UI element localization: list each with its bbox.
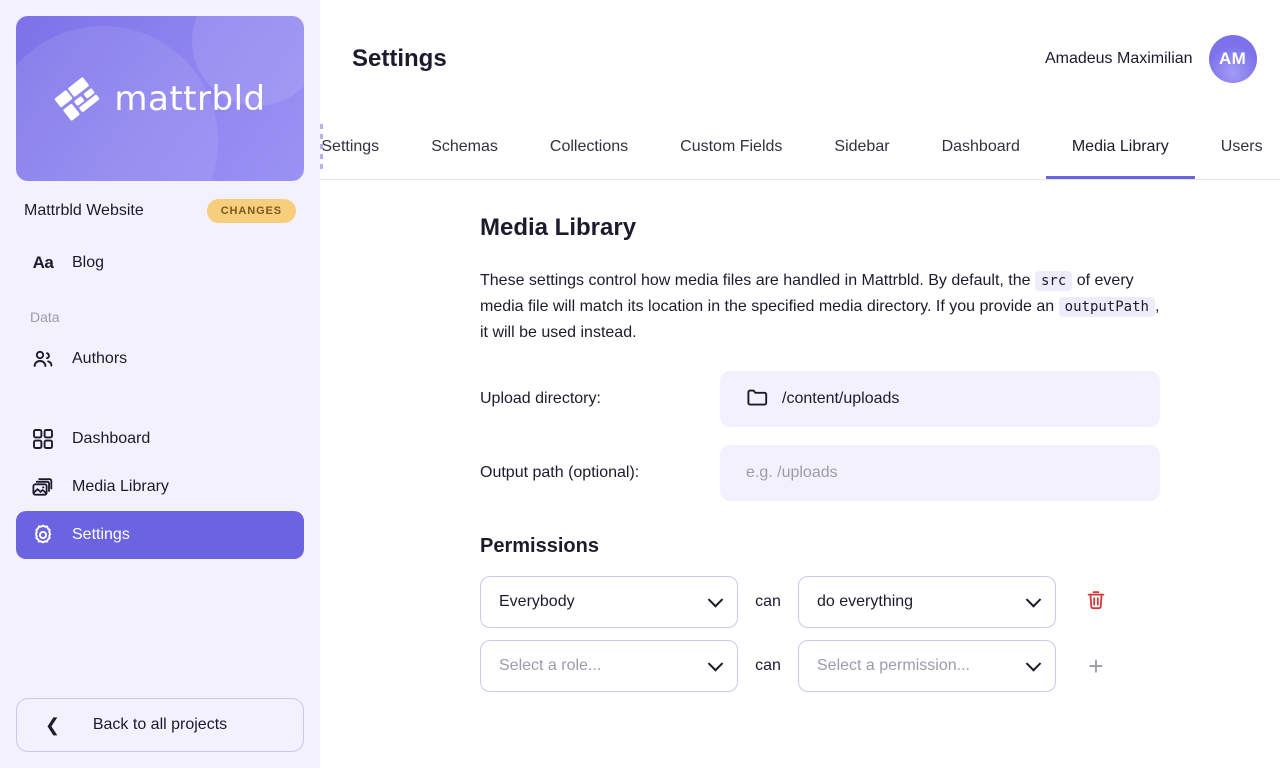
- gear-icon: [30, 522, 56, 548]
- can-label: can: [738, 593, 798, 611]
- delete-permission-button[interactable]: [1056, 589, 1136, 616]
- settings-tabbar: General Settings Schemas Collections Cus…: [320, 118, 1280, 180]
- permissions-heading: Permissions: [480, 535, 1160, 558]
- main-area: Settings Amadeus Maximilian AM General S…: [320, 0, 1280, 768]
- output-path-input[interactable]: e.g. /uploads: [720, 445, 1160, 501]
- trash-icon: [1085, 589, 1107, 616]
- tab-users[interactable]: Users: [1195, 118, 1280, 179]
- permission-row: Everybody can do everything: [480, 576, 1160, 628]
- sidebar-nav: Aa Blog Data Authors: [16, 239, 304, 559]
- role-select[interactable]: Everybody: [480, 576, 738, 628]
- project-logo-card[interactable]: mattrbld: [16, 16, 304, 181]
- permission-select[interactable]: Select a permission...: [798, 640, 1056, 692]
- users-icon: [30, 346, 56, 372]
- settings-content: Media Library These settings control how…: [320, 180, 1280, 768]
- role-select-placeholder: Select a role...: [499, 657, 601, 675]
- sidebar: mattrbld Mattrbld Website CHANGES Aa Blo…: [0, 0, 320, 768]
- upload-directory-input[interactable]: /content/uploads: [720, 371, 1160, 427]
- chevron-down-icon: [1026, 656, 1042, 672]
- section-description: These settings control how media files a…: [480, 268, 1160, 345]
- chevron-down-icon: [708, 592, 724, 608]
- permission-row: Select a role... can Select a permission…: [480, 640, 1160, 692]
- text-aa-icon: Aa: [30, 250, 56, 276]
- sidebar-item-label: Dashboard: [72, 430, 150, 448]
- sidebar-item-settings[interactable]: Settings: [16, 511, 304, 559]
- tab-sidebar[interactable]: Sidebar: [808, 118, 915, 179]
- section-heading: Media Library: [480, 214, 1160, 242]
- grid-icon: [30, 426, 56, 452]
- sidebar-item-authors[interactable]: Authors: [16, 335, 304, 383]
- top-header: Settings Amadeus Maximilian AM: [320, 0, 1280, 118]
- user-menu[interactable]: Amadeus Maximilian AM: [1045, 35, 1257, 83]
- tab-label: Dashboard: [942, 138, 1020, 156]
- upload-directory-label: Upload directory:: [480, 390, 720, 408]
- tab-media-library[interactable]: Media Library: [1046, 118, 1195, 179]
- back-to-projects-button[interactable]: ❮ Back to all projects: [16, 698, 304, 752]
- description-part-1: These settings control how media files a…: [480, 272, 1031, 289]
- tab-label: Schemas: [431, 138, 498, 156]
- sidebar-item-label: Media Library: [72, 478, 169, 496]
- chevron-down-icon: [1026, 592, 1042, 608]
- images-icon: [30, 474, 56, 500]
- project-name: Mattrbld Website: [24, 202, 144, 220]
- sidebar-section-label: Data: [16, 309, 304, 325]
- project-header: Mattrbld Website CHANGES: [16, 181, 304, 237]
- tabs-list: General Settings Schemas Collections Cus…: [320, 118, 1280, 179]
- tab-custom-fields[interactable]: Custom Fields: [654, 118, 808, 179]
- sidebar-item-label: Settings: [72, 526, 130, 544]
- tab-label: Media Library: [1072, 138, 1169, 156]
- permission-select-value: do everything: [817, 593, 913, 611]
- mattrbld-logo-icon: [54, 76, 100, 122]
- plus-icon: +: [1088, 653, 1103, 679]
- page-title: Settings: [352, 45, 447, 73]
- tab-general-settings[interactable]: General Settings: [320, 118, 405, 179]
- back-to-projects-label: Back to all projects: [93, 716, 227, 734]
- tab-dashboard[interactable]: Dashboard: [916, 118, 1046, 179]
- brand-wordmark: mattrbld: [114, 79, 265, 119]
- sidebar-item-label: Blog: [72, 254, 104, 272]
- brand-logo: mattrbld: [54, 76, 265, 122]
- output-path-placeholder: e.g. /uploads: [746, 464, 838, 482]
- code-src: src: [1035, 271, 1072, 291]
- tab-collections[interactable]: Collections: [524, 118, 654, 179]
- sidebar-item-label: Authors: [72, 350, 127, 368]
- tab-schemas[interactable]: Schemas: [405, 118, 524, 179]
- sidebar-spacer: [16, 383, 304, 415]
- upload-directory-value: /content/uploads: [782, 390, 899, 408]
- sidebar-item-media-library[interactable]: Media Library: [16, 463, 304, 511]
- tab-label: Collections: [550, 138, 628, 156]
- can-label: can: [738, 657, 798, 675]
- permission-select[interactable]: do everything: [798, 576, 1056, 628]
- output-path-label: Output path (optional):: [480, 464, 720, 482]
- output-path-row: Output path (optional): e.g. /uploads: [480, 445, 1160, 501]
- chevron-down-icon: [708, 656, 724, 672]
- tab-label: Users: [1221, 138, 1263, 156]
- user-name: Amadeus Maximilian: [1045, 50, 1193, 68]
- chevron-left-icon: ❮: [45, 715, 60, 736]
- add-permission-button[interactable]: +: [1056, 653, 1136, 679]
- content-column: Media Library These settings control how…: [480, 214, 1160, 692]
- permission-select-placeholder: Select a permission...: [817, 657, 970, 675]
- tab-scroll-indicator: [320, 124, 323, 173]
- app-root: mattrbld Mattrbld Website CHANGES Aa Blo…: [0, 0, 1280, 768]
- code-outputpath: outputPath: [1059, 297, 1155, 317]
- role-select-value: Everybody: [499, 593, 575, 611]
- tab-label: Sidebar: [834, 138, 889, 156]
- folder-icon: [746, 386, 768, 413]
- status-badge[interactable]: CHANGES: [207, 199, 296, 223]
- sidebar-item-blog[interactable]: Aa Blog: [16, 239, 304, 287]
- upload-directory-row: Upload directory: /content/uploads: [480, 371, 1160, 427]
- avatar[interactable]: AM: [1209, 35, 1257, 83]
- sidebar-item-dashboard[interactable]: Dashboard: [16, 415, 304, 463]
- role-select[interactable]: Select a role...: [480, 640, 738, 692]
- tab-label: General Settings: [320, 138, 379, 156]
- tab-label: Custom Fields: [680, 138, 782, 156]
